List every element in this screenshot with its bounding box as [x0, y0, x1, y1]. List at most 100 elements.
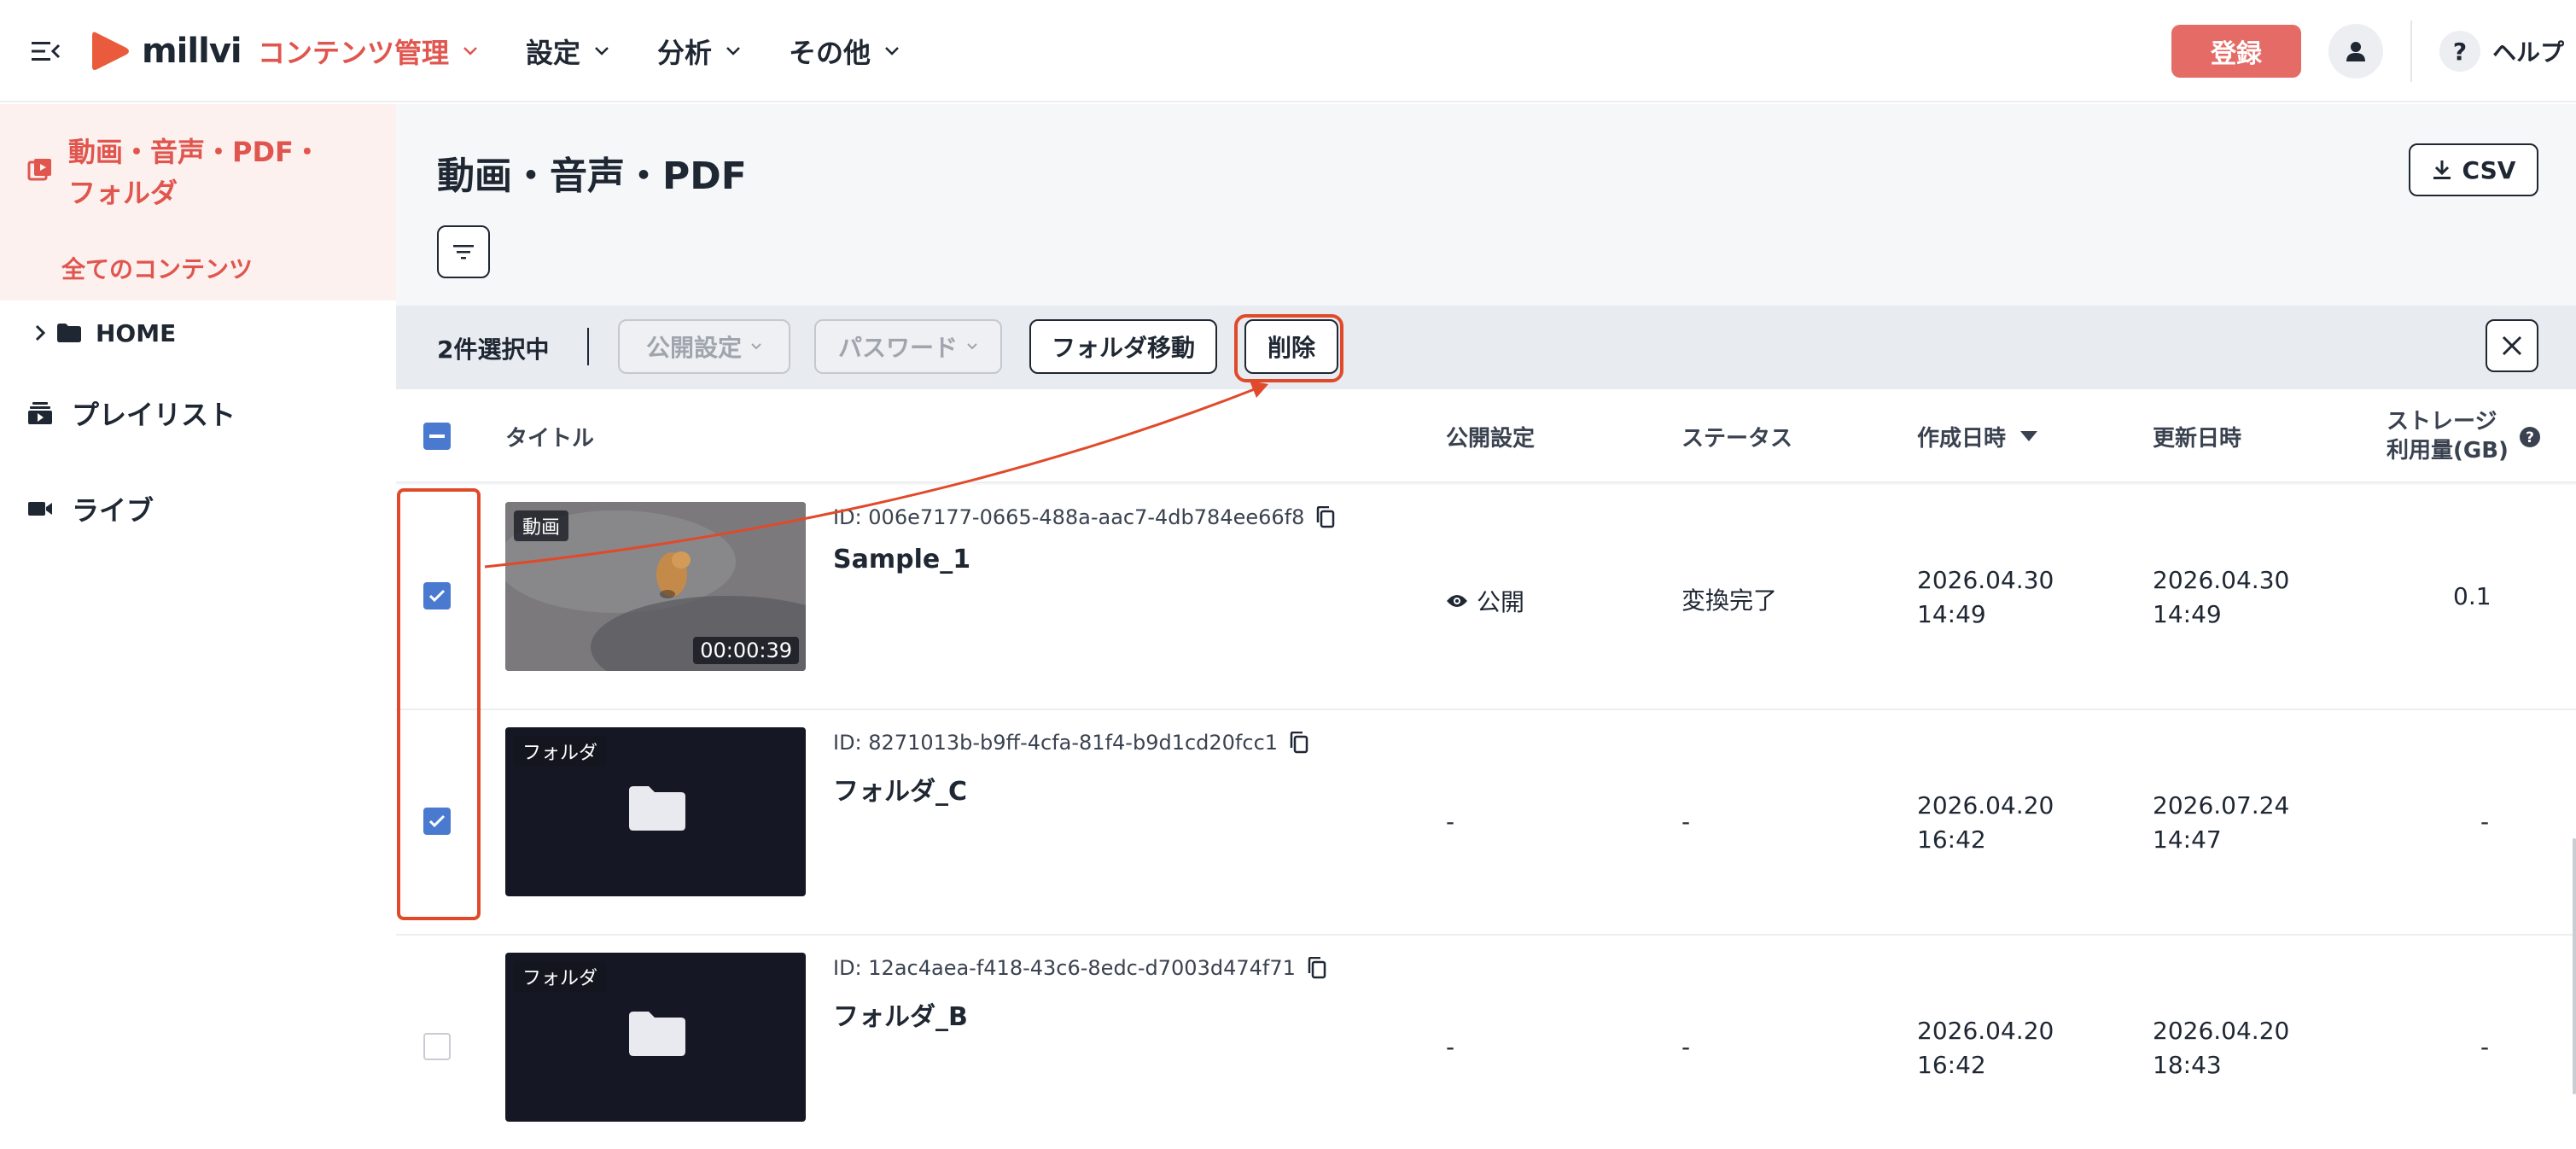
media-library-icon	[27, 159, 51, 181]
nav-analytics[interactable]: 分析	[657, 32, 741, 71]
type-badge: フォルダ	[514, 736, 607, 767]
created-date: 2026.04.20	[1917, 1017, 2054, 1045]
row-checkbox[interactable]	[423, 808, 451, 835]
folder-icon	[629, 1012, 685, 1056]
updated-date: 2026.04.20	[2153, 1017, 2290, 1045]
chevron-down-icon	[967, 343, 977, 350]
sidebar-home-label: HOME	[96, 318, 177, 347]
content-title[interactable]: フォルダ_B	[833, 995, 968, 1033]
column-storage-label: ストレージ 利用量(GB)	[2387, 407, 2509, 465]
move-folder-button[interactable]: フォルダ移動	[1029, 319, 1217, 374]
table-header: タイトル 公開設定 ステータス 作成日時 更新日時 ストレージ 利用量(GB) …	[396, 389, 2576, 483]
table-row[interactable]: 動画 00:00:39 ID: 006e7177-0665-488a-aac7-…	[396, 485, 2576, 710]
select-all-checkbox[interactable]	[423, 423, 451, 450]
updated-date: 2026.04.30	[2153, 566, 2290, 594]
created-time: 16:42	[1917, 825, 1986, 854]
updated-time: 18:43	[2153, 1051, 2222, 1079]
sidebar-folder-home[interactable]: HOME	[34, 314, 176, 352]
duration-badge: 00:00:39	[693, 637, 799, 664]
copy-icon[interactable]	[1316, 506, 1335, 528]
type-badge: フォルダ	[514, 961, 607, 992]
chevron-down-icon	[463, 47, 477, 55]
updated-date: 2026.07.24	[2153, 791, 2290, 819]
content-id: ID: 12ac4aea-f418-43c6-8edc-d7003d474f71	[833, 956, 1326, 980]
csv-download-button[interactable]: CSV	[2409, 143, 2538, 196]
page-title: 動画・音声・PDF	[437, 155, 747, 198]
chevron-down-icon	[751, 343, 761, 350]
menu-toggle-icon[interactable]	[26, 31, 67, 72]
created-time: 16:42	[1917, 1051, 1986, 1079]
playlist-icon	[28, 402, 52, 424]
header-divider	[2410, 20, 2412, 82]
content-title[interactable]: フォルダ_C	[833, 770, 967, 808]
copy-icon[interactable]	[1290, 732, 1308, 754]
filter-button[interactable]	[437, 225, 490, 278]
video-thumbnail[interactable]: 動画 00:00:39	[505, 502, 806, 671]
checkmark-icon	[428, 589, 446, 603]
updated-time: 14:49	[2153, 600, 2222, 628]
sort-desc-icon	[2020, 431, 2038, 441]
eye-icon	[1447, 595, 1467, 607]
column-created[interactable]: 作成日時	[1917, 389, 2038, 483]
help-link[interactable]: ? ヘルプ	[2439, 27, 2564, 75]
row-checkbox[interactable]	[423, 582, 451, 609]
sidebar-item-live[interactable]: ライブ	[27, 488, 154, 529]
register-button[interactable]: 登録	[2171, 25, 2301, 78]
top-bar: millvi コンテンツ管理 設定 分析 その他 登録 ? ヘルプ	[0, 0, 2576, 102]
help-circle-icon[interactable]: ?	[2519, 426, 2541, 448]
type-badge: 動画	[514, 510, 569, 541]
nav-settings[interactable]: 設定	[526, 32, 609, 71]
clear-selection-button[interactable]	[2486, 319, 2538, 372]
delete-button[interactable]: 削除	[1244, 319, 1338, 374]
scrollbar[interactable]	[2573, 838, 2576, 1094]
storage-cell: -	[2480, 808, 2490, 836]
row-checkbox[interactable]	[423, 1033, 451, 1060]
column-status[interactable]: ステータス	[1681, 389, 1792, 483]
action-divider	[587, 328, 589, 365]
created-cell: 2026.04.30 14:49	[1917, 563, 2054, 632]
download-icon	[2433, 160, 2451, 179]
indeterminate-icon	[429, 435, 445, 438]
column-updated[interactable]: 更新日時	[2153, 389, 2241, 483]
nav-label: その他	[789, 37, 871, 69]
svg-text:?: ?	[2526, 429, 2534, 446]
folder-icon	[57, 324, 81, 342]
password-label: パスワード	[837, 334, 958, 362]
folder-thumbnail[interactable]: フォルダ	[505, 727, 806, 896]
chevron-down-icon	[885, 47, 899, 55]
storage-label-line1: ストレージ	[2387, 409, 2497, 435]
sidebar-item-playlist[interactable]: プレイリスト	[27, 393, 236, 434]
content-title[interactable]: Sample_1	[833, 545, 970, 574]
storage-cell: 0.1	[2453, 582, 2491, 610]
content-id-text: ID: 12ac4aea-f418-43c6-8edc-d7003d474f71	[833, 956, 1296, 980]
column-publish[interactable]: 公開設定	[1446, 389, 1535, 483]
user-icon	[2346, 42, 2365, 61]
updated-time: 14:47	[2153, 825, 2222, 854]
nav-content-management[interactable]: コンテンツ管理	[258, 32, 478, 71]
status-cell: 変換完了	[1681, 586, 1778, 615]
nav-other[interactable]: その他	[789, 32, 900, 71]
sidebar-item-label: プレイリスト	[72, 399, 236, 431]
publish-setting-label: 公開設定	[645, 334, 742, 362]
table-row[interactable]: フォルダ ID: 8271013b-b9ff-4cfa-81f4-b9d1cd2…	[396, 710, 2576, 936]
column-title[interactable]: タイトル	[505, 389, 594, 483]
table-row[interactable]: フォルダ ID: 12ac4aea-f418-43c6-8edc-d7003d4…	[396, 936, 2576, 1149]
chevron-down-icon	[726, 47, 740, 55]
status-cell: -	[1681, 808, 1691, 836]
user-menu-button[interactable]	[2328, 24, 2383, 79]
storage-label-line2: 利用量(GB)	[2387, 438, 2509, 464]
folder-thumbnail[interactable]: フォルダ	[505, 953, 806, 1122]
sidebar: 動画・音声・PDF・フォルダ 全てのコンテンツ HOME プレイリスト ライブ	[0, 104, 396, 1149]
brand-logo[interactable]: millvi	[92, 27, 242, 75]
sidebar-sub-all-contents[interactable]: 全てのコンテンツ	[61, 251, 253, 285]
chevron-down-icon	[595, 47, 609, 55]
publish-setting-button[interactable]: 公開設定	[618, 319, 790, 374]
publish-text: 公開	[1477, 588, 1525, 616]
column-storage[interactable]: ストレージ 利用量(GB) ?	[2387, 389, 2541, 483]
password-button[interactable]: パスワード	[814, 319, 1002, 374]
copy-icon[interactable]	[1308, 957, 1326, 979]
brand-name: millvi	[142, 32, 242, 71]
sidebar-item-media[interactable]: 動画・音声・PDF・フォルダ 全てのコンテンツ	[0, 104, 396, 300]
chevron-right-icon	[35, 324, 46, 341]
publish-cell: -	[1446, 1033, 1455, 1061]
